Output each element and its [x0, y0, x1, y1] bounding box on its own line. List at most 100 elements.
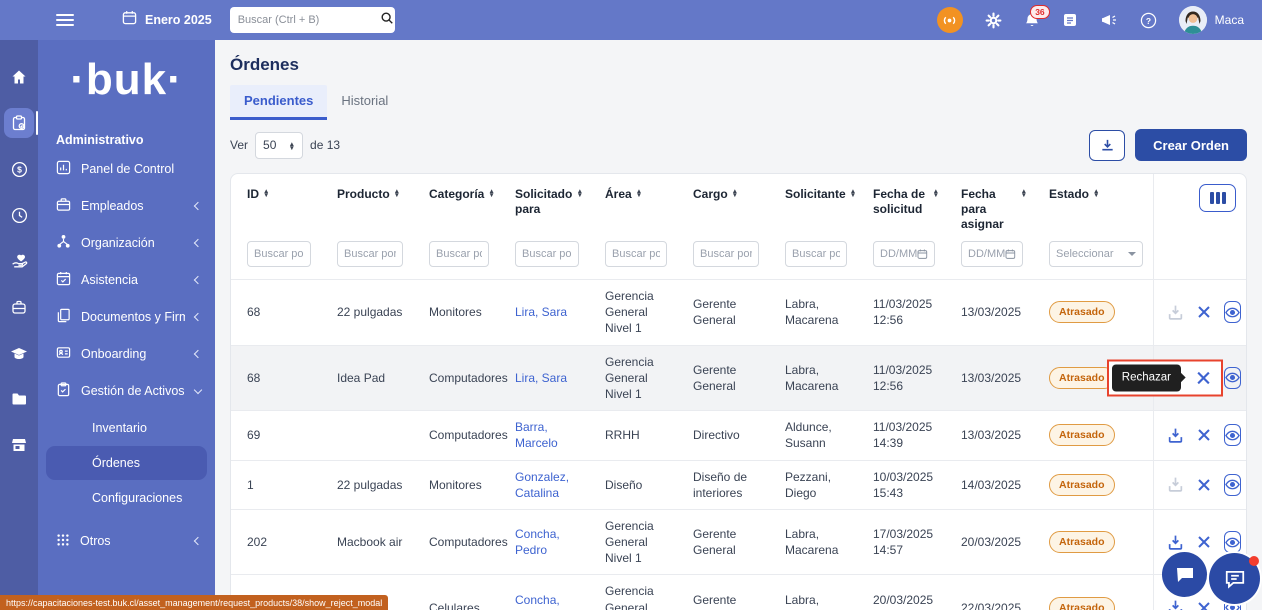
column-settings-button[interactable]	[1199, 184, 1236, 212]
menu-toggle-icon[interactable]	[56, 14, 74, 26]
cell-estado: Atrasado	[1033, 575, 1153, 610]
sidebar-item-otros[interactable]: Otros	[38, 523, 215, 560]
cell-solicitado-para-link[interactable]: Concha, Pedro	[499, 575, 589, 610]
rail-marketplace-store-icon[interactable]	[4, 430, 34, 460]
reject-button[interactable]	[1190, 370, 1217, 385]
rail-folder-icon[interactable]	[4, 384, 34, 414]
sort-icon[interactable]: ▲▼	[636, 190, 642, 198]
sort-icon[interactable]: ▲▼	[488, 190, 494, 198]
sort-icon[interactable]: ▲▼	[1021, 190, 1027, 198]
assign-button[interactable]	[1167, 534, 1184, 551]
sort-icon[interactable]: ▲▼	[577, 190, 583, 198]
assign-button[interactable]	[1167, 599, 1184, 610]
filter-producto-input[interactable]	[337, 241, 403, 267]
rail-assets-clipboard-icon[interactable]	[4, 108, 34, 138]
filter-categoria-input[interactable]	[429, 241, 489, 267]
chat-bubble-button[interactable]	[1162, 552, 1207, 597]
sidebar-item-documentos-y-firma[interactable]: Documentos y Firma	[38, 299, 215, 336]
filter-area-input[interactable]	[605, 241, 667, 267]
sort-icon[interactable]: ▲▼	[933, 190, 939, 198]
assign-button[interactable]	[1167, 476, 1184, 493]
filter-fecha-solicitud-datepicker[interactable]: DD/MM	[873, 241, 935, 267]
filter-estado-select[interactable]: Seleccionar	[1049, 241, 1143, 267]
reject-button[interactable]	[1197, 535, 1211, 549]
filter-fecha-asignar-datepicker[interactable]: DD/MM	[961, 241, 1023, 267]
table-filters: DD/MM DD/MM Seleccionar	[231, 235, 1246, 279]
cell-id: 68	[231, 280, 321, 345]
view-button[interactable]	[1224, 474, 1241, 496]
cell-area: Diseño	[589, 461, 677, 509]
reject-button[interactable]	[1197, 478, 1211, 492]
reject-button[interactable]	[1197, 428, 1211, 442]
rail-time-clock-icon[interactable]	[4, 200, 34, 230]
assign-button[interactable]	[1167, 304, 1184, 321]
sidebar-item-onboarding[interactable]: Onboarding	[38, 336, 215, 373]
record-icon[interactable]	[937, 7, 963, 33]
sidebar-item-panel-de-control[interactable]: Panel de Control	[38, 151, 215, 188]
view-button[interactable]	[1224, 424, 1241, 446]
tab-pendientes[interactable]: Pendientes	[230, 85, 327, 120]
cell-solicitado-para-link[interactable]: Lira, Sara	[499, 280, 589, 345]
sidebar-subitem-inventario[interactable]: Inventario	[46, 411, 207, 445]
table-row[interactable]: 1 22 pulgadas Monitores Gonzalez, Catali…	[231, 460, 1246, 509]
table-row[interactable]: 69 Computadores Barra, Marcelo RRHH Dire…	[231, 410, 1246, 459]
filter-cargo-input[interactable]	[693, 241, 759, 267]
notes-icon[interactable]	[1062, 12, 1078, 28]
sort-icon[interactable]: ▲▼	[1093, 190, 1099, 198]
filter-solicitado-input[interactable]	[515, 241, 579, 267]
updown-icon: ▲▼	[289, 143, 295, 151]
view-button[interactable]	[1224, 531, 1241, 553]
tab-historial[interactable]: Historial	[327, 85, 402, 120]
cell-solicitado-para-link[interactable]: Concha, Pedro	[499, 510, 589, 575]
rail-benefits-hand-heart-icon[interactable]	[4, 246, 34, 276]
cell-area: Gerencia General Nivel 1	[589, 280, 677, 345]
announcements-megaphone-icon[interactable]	[1100, 12, 1118, 28]
reject-button[interactable]	[1197, 305, 1211, 319]
view-button[interactable]	[1224, 301, 1241, 323]
sidebar-subitem-configuraciones[interactable]: Configuraciones	[46, 481, 207, 515]
cell-producto: 22 pulgadas	[321, 280, 413, 345]
notifications-bell-icon[interactable]: 36	[1024, 12, 1040, 29]
filter-id-input[interactable]	[247, 241, 311, 267]
cell-categoria: Monitores	[413, 461, 499, 509]
help-icon[interactable]: ?	[1140, 12, 1157, 29]
cell-solicitado-para-link[interactable]: Lira, Sara	[499, 346, 589, 411]
sidebar-item-asistencia[interactable]: Asistencia	[38, 262, 215, 299]
sort-icon[interactable]: ▲▼	[732, 190, 738, 198]
download-button[interactable]	[1089, 130, 1125, 161]
support-chat-button[interactable]	[1209, 553, 1260, 604]
status-badge: Atrasado	[1049, 367, 1115, 389]
status-badge: Atrasado	[1049, 301, 1115, 323]
search-input[interactable]	[238, 14, 380, 26]
search-icon[interactable]	[380, 11, 394, 30]
sidebar-item-empleados[interactable]: Empleados	[38, 188, 215, 225]
rail-training-graduation-icon[interactable]	[4, 338, 34, 368]
table-row[interactable]: 68 22 pulgadas Monitores Lira, Sara Gere…	[231, 279, 1246, 345]
sidebar-item-organizacion[interactable]: Organización	[38, 225, 215, 262]
cell-solicitado-para-link[interactable]: Gonzalez, Catalina	[499, 461, 589, 509]
cell-fecha-para-asignar: 13/03/2025	[945, 346, 1033, 411]
view-button[interactable]	[1224, 367, 1241, 389]
status-badge: Atrasado	[1049, 424, 1115, 446]
assign-button[interactable]	[1167, 427, 1184, 444]
user-menu[interactable]: Maca	[1179, 6, 1244, 34]
table-row[interactable]: 202 Macbook air Computadores Concha, Ped…	[231, 509, 1246, 575]
sort-icon[interactable]: ▲▼	[263, 190, 269, 198]
table-row[interactable]: 68 Idea Pad Computadores Lira, Sara Gere…	[231, 345, 1246, 411]
period-selector[interactable]: Enero 2025	[122, 10, 212, 30]
rail-home-icon[interactable]	[4, 62, 34, 92]
filter-solicitante-input[interactable]	[785, 241, 847, 267]
cell-estado: Atrasado	[1033, 280, 1153, 345]
rail-lunchbox-icon[interactable]	[4, 292, 34, 322]
sort-icon[interactable]: ▲▼	[850, 190, 856, 198]
page-size-select[interactable]: 50 ▲▼	[255, 132, 303, 159]
rail-payroll-dollar-icon[interactable]: $	[4, 154, 34, 184]
sidebar-item-gestion-de-activos[interactable]: Gestión de Activos	[38, 373, 215, 410]
sidebar-subitem-ordenes[interactable]: Órdenes	[46, 446, 207, 480]
cell-solicitado-para-link[interactable]: Barra, Marcelo	[499, 411, 589, 459]
reject-button[interactable]	[1197, 601, 1211, 610]
settings-gear-icon[interactable]	[985, 12, 1002, 29]
create-order-button[interactable]: Crear Orden	[1135, 129, 1247, 161]
sort-icon[interactable]: ▲▼	[394, 190, 400, 198]
cell-cargo: Directivo	[677, 411, 769, 459]
